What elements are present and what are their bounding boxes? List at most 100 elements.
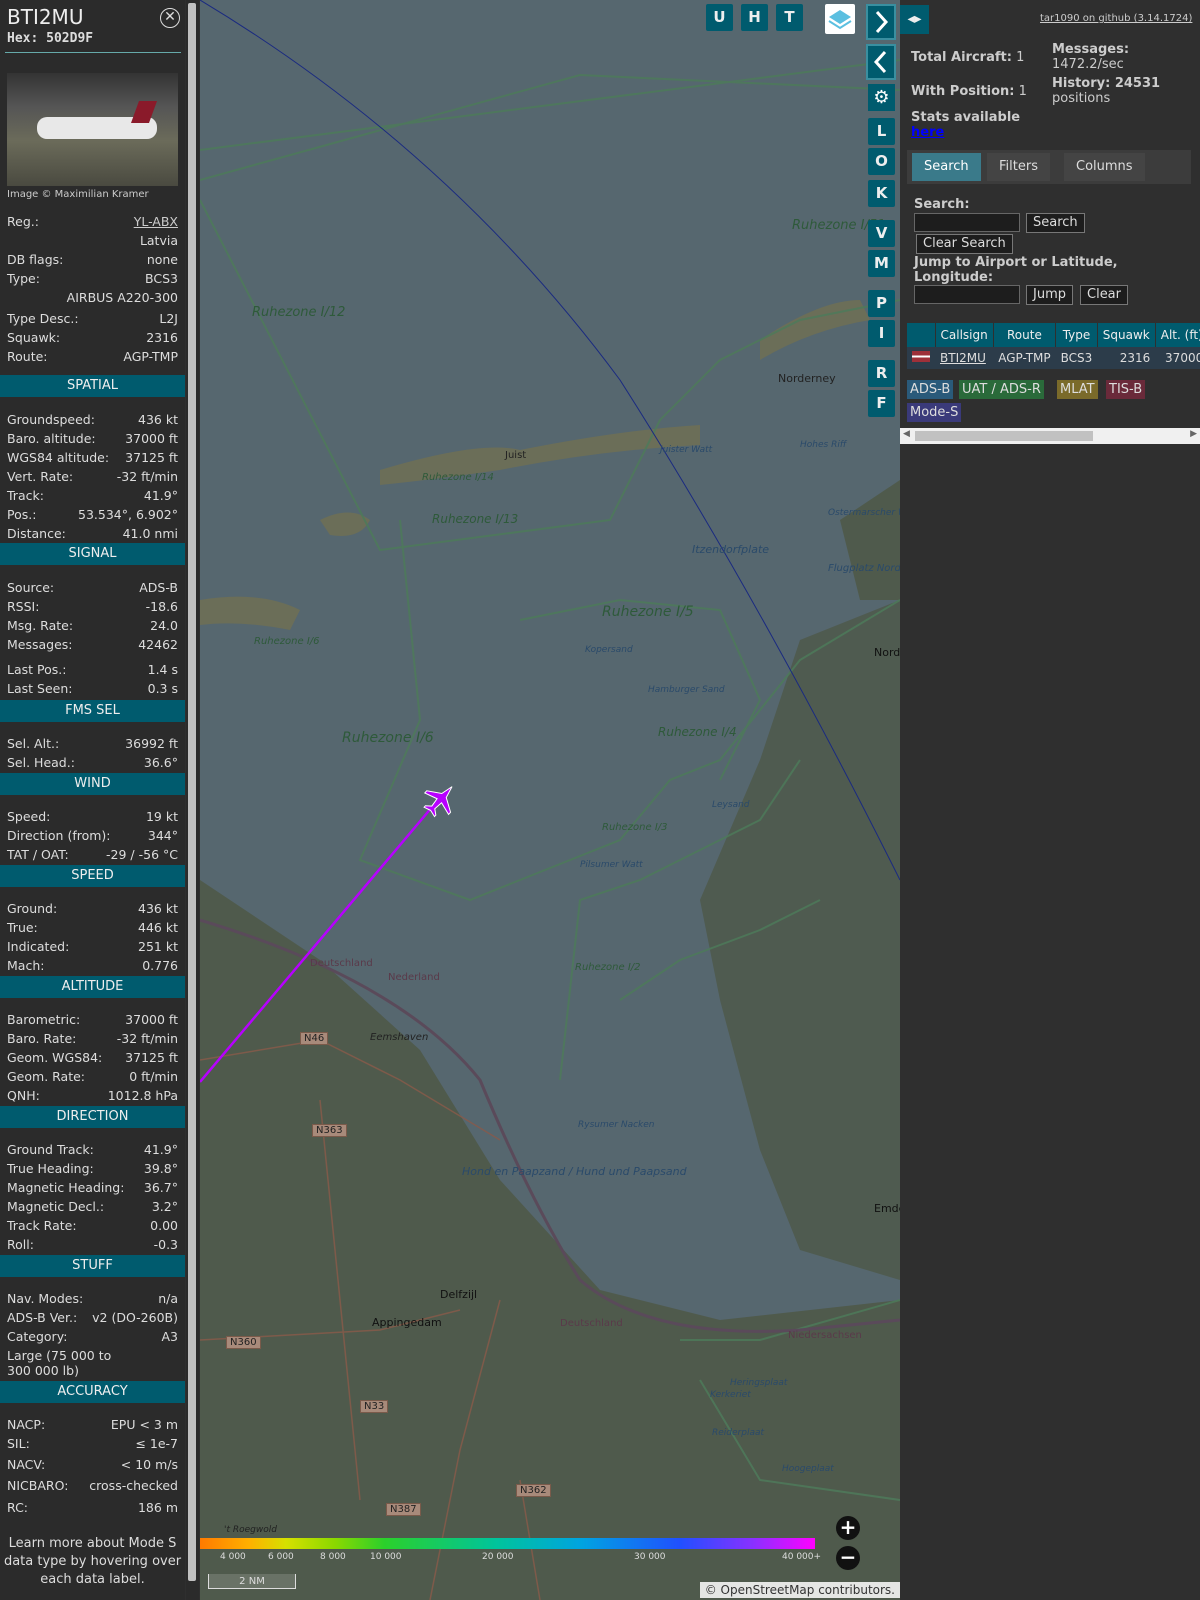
map-label-emden: Emde — [874, 1202, 900, 1215]
clear-search-button[interactable]: Clear Search — [916, 234, 1013, 254]
info-value: 251 kt — [138, 939, 178, 954]
map[interactable]: Ruhezone I/51 Ruhezone I/12 Norderney Juist… — [200, 0, 900, 1600]
map-button-f[interactable]: F — [868, 390, 895, 417]
table-cell[interactable]: BTI2MU — [935, 347, 994, 369]
tab-search[interactable]: Search — [912, 153, 981, 181]
section-header-direction: DIRECTION — [0, 1106, 185, 1128]
table-horizontal-scrollbar[interactable]: ◀ ▶ — [900, 428, 1200, 444]
info-row: Category: A3 — [7, 1329, 178, 1344]
map-label-n363: N363 — [312, 1124, 347, 1137]
info-value: < 10 m/s — [120, 1457, 178, 1472]
github-link[interactable]: tar1090 on github (3.14.1724) — [1040, 13, 1192, 24]
table-body: BTI2MU AGP-TMP BCS3 2316 37000 — [907, 347, 1200, 369]
table-row[interactable]: BTI2MU AGP-TMP BCS3 2316 37000 — [907, 347, 1200, 369]
tab-filters[interactable]: Filters — [987, 153, 1050, 181]
map-button-v[interactable]: V — [868, 220, 895, 247]
zoom-in-icon[interactable]: + — [836, 1516, 860, 1540]
map-label-rz114: Ruhezone I/14 — [422, 472, 494, 483]
legend-tisb[interactable]: TIS-B — [1106, 380, 1146, 399]
info-label: Barometric: — [7, 1012, 81, 1027]
jump-button[interactable]: Jump — [1026, 285, 1073, 305]
divider — [5, 52, 181, 53]
info-value: 19 kt — [145, 809, 178, 824]
info-label: True Heading: — [7, 1161, 94, 1176]
info-value: none — [146, 252, 178, 267]
registration-link[interactable]: YL-ABX — [134, 214, 178, 229]
altitude-scale-tick: 8 000 — [320, 1552, 346, 1562]
map-label-hohes-riff: Hohes Riff — [800, 440, 847, 450]
map-button-m[interactable]: M — [868, 250, 895, 277]
info-row: Type: BCS3 — [7, 271, 178, 286]
tab-columns[interactable]: Columns — [1064, 153, 1145, 181]
table-header-altft[interactable]: Alt. (ft) — [1155, 323, 1200, 347]
collapse-panel-icon[interactable] — [866, 44, 896, 80]
info-row: Latvia — [7, 233, 178, 248]
scrollbar-thumb[interactable] — [188, 3, 196, 1581]
search-input[interactable] — [914, 213, 1020, 232]
info-label: SIL: — [7, 1436, 30, 1451]
close-icon[interactable]: ✕ — [160, 8, 180, 28]
map-button-r[interactable]: R — [868, 360, 895, 387]
aircraft-table: CallsignRouteTypeSquawkAlt. (ft)S BTI2MU… — [907, 323, 1200, 369]
settings-gear-icon[interactable]: ⚙ — [868, 84, 895, 111]
map-button-l[interactable]: L — [868, 118, 895, 145]
info-row: ADS-B Ver.: v2 (DO-260B) — [7, 1310, 178, 1325]
map-button-u[interactable]: U — [706, 4, 733, 31]
map-button-o[interactable]: O — [868, 148, 895, 175]
table-header-squawk[interactable]: Squawk — [1097, 323, 1156, 347]
legend-uatadsr[interactable]: UAT / ADS-R — [959, 380, 1044, 399]
map-label-juist: Juist — [505, 450, 527, 461]
aircraft-photo[interactable] — [7, 73, 178, 186]
info-label: NACV: — [7, 1457, 46, 1472]
info-label: NICBARO: — [7, 1478, 69, 1493]
map-button-k[interactable]: K — [868, 180, 895, 207]
search-label: Search: — [914, 197, 970, 212]
info-row: Baro. Rate: -32 ft/min — [7, 1031, 178, 1046]
panel-tabs: Search Filters Columns — [907, 150, 1191, 184]
map-button-i[interactable]: I — [868, 320, 895, 347]
altitude-color-scale — [200, 1538, 815, 1549]
info-label: Indicated: — [7, 939, 70, 954]
table-cell: 2316 — [1097, 347, 1156, 369]
legend-mlat[interactable]: MLAT — [1057, 380, 1098, 399]
jump-label: Jump to Airport or Latitude, Longitude: — [914, 255, 1118, 285]
info-value: 344° — [147, 828, 178, 843]
info-row: Reg.: YL-ABX — [7, 214, 178, 229]
info-value: -32 ft/min — [116, 1031, 178, 1046]
info-label: RC: — [7, 1500, 29, 1515]
zoom-out-icon[interactable]: − — [836, 1546, 860, 1570]
map-label-flugplatz: Flugplatz Norden-Norddeich — [828, 563, 900, 574]
toggle-sidebar-icon[interactable]: ◂▸ — [900, 5, 929, 34]
map-button-p[interactable]: P — [868, 290, 895, 317]
info-value: 36992 ft — [125, 736, 178, 751]
table-header-type[interactable]: Type — [1055, 323, 1098, 347]
stats-link[interactable]: here — [911, 125, 944, 140]
clear-jump-button[interactable]: Clear — [1080, 285, 1128, 305]
table-header-route[interactable]: Route — [993, 323, 1057, 347]
info-value: 42462 — [138, 637, 178, 652]
scroll-right-icon[interactable]: ▶ — [1190, 429, 1197, 439]
map-label-eemshaven: Eemshaven — [370, 1032, 429, 1043]
expand-panel-icon[interactable] — [866, 4, 896, 40]
layers-icon[interactable] — [825, 4, 855, 34]
scrollbar-thumb[interactable] — [915, 431, 1093, 441]
search-button[interactable]: Search — [1026, 213, 1085, 233]
map-button-h[interactable]: H — [741, 4, 768, 31]
info-value: 39.8° — [143, 1161, 178, 1176]
legend-adsb[interactable]: ADS-B — [907, 380, 954, 399]
panel-scrollbar[interactable] — [186, 0, 199, 1600]
info-label: Roll: — [7, 1237, 34, 1252]
table-cell: BCS3 — [1055, 347, 1098, 369]
map-button-t[interactable]: T — [776, 4, 803, 31]
info-label: Last Pos.: — [7, 662, 67, 677]
table-header-callsign[interactable]: Callsign — [935, 323, 994, 347]
map-label-hond: Hond en Paapzand / Hund und Paapsand — [462, 1165, 687, 1178]
table-header-flag[interactable] — [907, 323, 936, 347]
info-value: EPU < 3 m — [110, 1417, 178, 1432]
map-label-itzendorf: Itzendorfplate — [692, 543, 770, 556]
messages-rate: 1472.2/sec — [1052, 57, 1124, 72]
info-value: 41.9° — [143, 488, 178, 503]
jump-input[interactable] — [914, 285, 1020, 304]
legend-modes[interactable]: Mode-S — [907, 403, 962, 422]
scroll-left-icon[interactable]: ◀ — [903, 429, 910, 439]
